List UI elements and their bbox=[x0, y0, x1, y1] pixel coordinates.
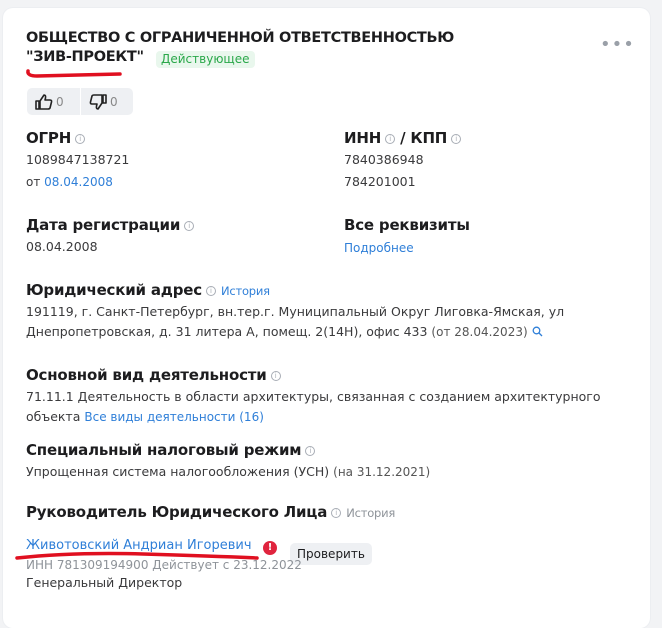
activity-line2: объекта Все виды деятельности (16) bbox=[26, 409, 264, 424]
inn-kpp-label: ИНН i / КПП i bbox=[344, 128, 462, 148]
info-icon[interactable]: i bbox=[184, 221, 195, 231]
activity-line1: 71.11.1 Деятельность в области архитекту… bbox=[26, 389, 601, 404]
info-icon[interactable]: i bbox=[270, 371, 281, 381]
requisites-label: Все реквизиты bbox=[344, 216, 470, 234]
inn-value: 7840386948 bbox=[344, 152, 424, 167]
more-options-icon[interactable]: ••• bbox=[600, 36, 635, 54]
ogrn-label: ОГРН i bbox=[26, 128, 86, 148]
address-line2: Днепропетровская, д. 31 литера А, помещ.… bbox=[26, 323, 543, 341]
requisites-link[interactable]: Подробнее bbox=[344, 239, 414, 257]
warning-icon[interactable]: ! bbox=[263, 541, 277, 555]
info-icon[interactable]: i bbox=[451, 134, 462, 144]
vote-buttons: 0 0 bbox=[27, 88, 133, 115]
all-activities-link[interactable]: Все виды деятельности (16) bbox=[84, 410, 264, 424]
tax-label: Специальный налоговый режим i bbox=[26, 440, 316, 460]
head-label: Руководитель Юридического Лица i История bbox=[26, 503, 396, 521]
like-button[interactable]: 0 bbox=[27, 88, 80, 115]
search-icon[interactable] bbox=[532, 326, 543, 337]
kpp-value: 784201001 bbox=[344, 174, 416, 189]
info-icon[interactable]: i bbox=[331, 508, 342, 518]
dislike-count: 0 bbox=[110, 94, 118, 109]
company-title: ОБЩЕСТВО С ОГРАНИЧЕННОЙ ОТВЕТСТВЕННОСТЬЮ bbox=[26, 30, 454, 46]
info-icon[interactable]: i bbox=[385, 134, 396, 144]
address-line1: 191119, г. Санкт-Петербург, вн.тер.г. Му… bbox=[26, 304, 565, 319]
head-position: Генеральный Директор bbox=[26, 575, 183, 590]
head-inn-line: ИНН 781309194900 Действует с 23.12.2022 bbox=[26, 558, 302, 572]
company-card: ОБЩЕСТВО С ОГРАНИЧЕННОЙ ОТВЕТСТВЕННОСТЬЮ… bbox=[3, 8, 650, 628]
check-button[interactable]: Проверить bbox=[290, 543, 372, 565]
head-history-link[interactable]: История bbox=[346, 506, 395, 520]
activity-label: Основной вид деятельности i bbox=[26, 365, 281, 385]
dislike-button[interactable]: 0 bbox=[80, 88, 133, 115]
address-history-link[interactable]: История bbox=[221, 284, 270, 298]
info-icon[interactable]: i bbox=[75, 134, 86, 144]
ogrn-value: 1089847138721 bbox=[26, 152, 130, 167]
ogrn-date-link[interactable]: 08.04.2008 bbox=[44, 175, 113, 189]
registration-label: Дата регистрации i bbox=[26, 215, 195, 235]
address-label: Юридический адрес i История bbox=[26, 281, 270, 299]
registration-value: 08.04.2008 bbox=[26, 239, 98, 254]
red-underline-mark bbox=[26, 69, 122, 78]
thumbs-down-icon bbox=[89, 93, 107, 110]
info-icon[interactable]: i bbox=[305, 446, 316, 456]
thumbs-up-icon bbox=[35, 93, 53, 110]
status-badge: Действующее bbox=[156, 51, 255, 68]
info-icon[interactable]: i bbox=[205, 286, 216, 296]
like-count: 0 bbox=[56, 94, 64, 109]
ogrn-date: от 08.04.2008 bbox=[26, 175, 113, 189]
tax-value: Упрощенная система налогообложения (УСН)… bbox=[26, 464, 431, 479]
